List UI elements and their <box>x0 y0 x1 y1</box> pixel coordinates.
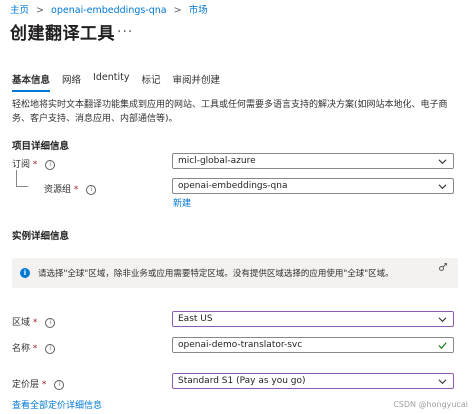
breadcrumb-resource[interactable]: openai-embeddings-qna <box>51 5 167 16</box>
name-label: 名称 * i <box>12 341 56 354</box>
pricing-tier-label: 定价层 * i <box>12 377 65 390</box>
required-marker: * <box>32 318 38 328</box>
info-banner-text: 请选择"全球"区域，除非业务或应用需要特定区域。没有提供区域选择的应用使用"全球… <box>38 269 394 279</box>
chevron-down-icon <box>438 317 447 323</box>
subscription-value: micl-global-azure <box>178 156 256 166</box>
breadcrumb-home[interactable]: 主页 <box>10 5 29 16</box>
info-icon[interactable]: i <box>45 160 56 170</box>
required-marker: * <box>41 380 47 390</box>
breadcrumb-separator: > <box>173 5 182 16</box>
subscription-select[interactable]: micl-global-azure <box>172 153 454 169</box>
pricing-tier-value: Standard S1 (Pay as you go) <box>178 376 306 386</box>
subscription-label: 订阅 * i <box>12 157 56 170</box>
view-pricing-details-link[interactable]: 查看全部定价详细信息 <box>12 398 102 411</box>
info-icon[interactable]: i <box>86 185 97 195</box>
chevron-down-icon <box>438 379 447 385</box>
page-description: 轻松地将实时文本翻译功能集成到应用的网站、工具或任何需要多语言支持的解决方案(如… <box>12 100 448 124</box>
tab-review-create[interactable]: 审阅并创建 <box>172 72 220 92</box>
required-marker: * <box>32 160 38 170</box>
more-options-button[interactable]: ... <box>117 20 133 36</box>
tab-identity[interactable]: Identity <box>93 72 129 92</box>
breadcrumb-separator: > <box>36 5 45 16</box>
required-marker: * <box>73 185 79 195</box>
chevron-down-icon <box>438 159 447 165</box>
tab-networking[interactable]: 网络 <box>62 72 81 92</box>
tree-connector <box>16 186 28 187</box>
info-icon[interactable]: i <box>45 318 56 328</box>
info-icon: i <box>20 268 30 278</box>
region-value: East US <box>178 314 213 324</box>
info-banner: i 请选择"全球"区域，除非业务或应用需要特定区域。没有提供区域选择的应用使用"… <box>12 258 458 288</box>
checkmark-icon <box>438 342 447 350</box>
resource-group-label: 资源组 * i <box>44 182 97 195</box>
region-select[interactable]: East US <box>172 311 454 327</box>
name-value: openai-demo-translator-svc <box>178 340 303 350</box>
tab-tags[interactable]: 标记 <box>141 72 160 92</box>
info-icon[interactable]: i <box>54 380 65 390</box>
project-details-heading: 项目详细信息 <box>12 141 70 152</box>
tab-basics[interactable]: 基本信息 <box>12 72 51 92</box>
watermark: CSDN @hongyucai <box>393 400 468 409</box>
page-title: 创建翻译工具 <box>10 24 115 44</box>
info-icon[interactable]: i <box>45 344 56 354</box>
instance-details-heading: 实例详细信息 <box>12 231 70 242</box>
breadcrumb: 主页 > openai-embeddings-qna > 市场 <box>10 2 208 16</box>
create-new-resource-group-link[interactable]: 新建 <box>173 196 191 209</box>
tree-connector <box>16 170 17 186</box>
breadcrumb-marketplace[interactable]: 市场 <box>189 5 208 16</box>
required-marker: * <box>32 344 38 354</box>
region-label: 区域 * i <box>12 315 56 328</box>
name-input[interactable]: openai-demo-translator-svc <box>172 337 454 353</box>
pin-icon[interactable] <box>438 262 448 272</box>
chevron-down-icon <box>438 184 447 190</box>
resource-group-select[interactable]: openai-embeddings-qna <box>172 178 454 194</box>
tab-bar: 基本信息 网络 Identity 标记 审阅并创建 <box>12 72 232 92</box>
pricing-tier-select[interactable]: Standard S1 (Pay as you go) <box>172 373 454 389</box>
resource-group-value: openai-embeddings-qna <box>178 181 288 191</box>
